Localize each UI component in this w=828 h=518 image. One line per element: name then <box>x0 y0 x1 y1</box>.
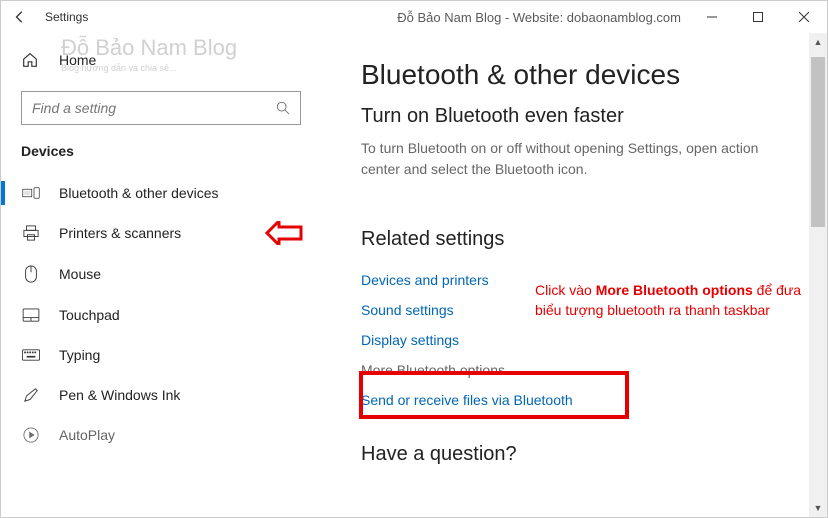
link-devices-printers[interactable]: Devices and printers <box>361 265 797 295</box>
annotation-arrow-icon <box>265 221 303 245</box>
link-sound-settings[interactable]: Sound settings <box>361 295 797 325</box>
section-header: Devices <box>1 143 321 173</box>
link-display-settings[interactable]: Display settings <box>361 325 797 355</box>
sidebar-item-touchpad[interactable]: Touchpad <box>1 295 321 335</box>
main-content: Bluetooth & other devices Turn on Blueto… <box>321 33 827 517</box>
sidebar-item-mouse[interactable]: Mouse <box>1 253 321 295</box>
sidebar-item-bluetooth[interactable]: Bluetooth & other devices <box>1 173 321 213</box>
sidebar-item-label: Pen & Windows Ink <box>59 387 180 403</box>
sidebar-item-label: Typing <box>59 347 100 363</box>
search-input[interactable] <box>21 91 301 125</box>
sidebar-item-autoplay[interactable]: AutoPlay <box>1 415 321 455</box>
close-button[interactable] <box>781 1 827 33</box>
link-send-receive-bluetooth[interactable]: Send or receive files via Bluetooth <box>361 385 797 415</box>
section-description: To turn Bluetooth on or off without open… <box>361 138 781 180</box>
question-header: Have a question? <box>361 443 797 466</box>
sidebar-item-label: AutoPlay <box>59 427 115 443</box>
sidebar-item-typing[interactable]: Typing <box>1 335 321 375</box>
maximize-button[interactable] <box>735 1 781 33</box>
sidebar-item-label: Touchpad <box>59 307 120 323</box>
related-settings-header: Related settings <box>361 228 797 251</box>
sidebar-item-label: Printers & scanners <box>59 225 181 241</box>
link-more-bluetooth[interactable]: More Bluetooth options <box>361 355 797 385</box>
pen-icon <box>21 387 41 403</box>
mouse-icon <box>21 265 41 283</box>
keyboard-icon <box>21 349 41 361</box>
back-icon[interactable] <box>13 10 27 24</box>
bluetooth-devices-icon <box>21 186 41 200</box>
home-icon <box>21 51 41 69</box>
touchpad-icon <box>21 308 41 322</box>
printer-icon <box>21 225 41 241</box>
section-subtitle: Turn on Bluetooth even faster <box>361 105 797 128</box>
watermark-brand: Đỗ Bảo Nam Blog - Website: dobaonamblog.… <box>397 10 681 25</box>
page-title: Bluetooth & other devices <box>361 59 797 91</box>
search-icon <box>276 101 290 115</box>
sidebar-item-pen[interactable]: Pen & Windows Ink <box>1 375 321 415</box>
minimize-button[interactable] <box>689 1 735 33</box>
search-field[interactable] <box>32 100 276 116</box>
titlebar: Settings Đỗ Bảo Nam Blog - Website: doba… <box>1 1 827 33</box>
window-title: Settings <box>45 10 88 24</box>
sidebar: Đỗ Bảo Nam Blog Blog hướng dẫn và chia s… <box>1 33 321 517</box>
home-button[interactable]: Home <box>1 41 321 79</box>
autoplay-icon <box>21 427 41 443</box>
sidebar-item-label: Bluetooth & other devices <box>59 185 219 201</box>
sidebar-item-label: Mouse <box>59 266 101 282</box>
